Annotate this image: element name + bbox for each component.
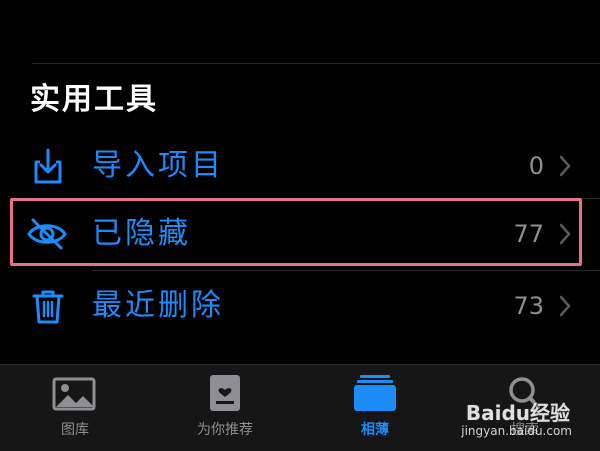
list-item-label: 导入项目 xyxy=(92,148,224,183)
list-item-import[interactable]: 导入项目 0 xyxy=(0,134,600,198)
for-you-icon xyxy=(210,375,240,411)
photo-library-icon xyxy=(52,377,96,411)
albums-icon xyxy=(354,375,396,411)
import-icon xyxy=(34,148,62,184)
trash-icon xyxy=(32,290,64,324)
tab-label: 图库 xyxy=(61,422,89,438)
row-divider xyxy=(92,270,600,271)
tab-label: 相薄 xyxy=(361,422,389,438)
tab-label: 为你推荐 xyxy=(197,422,253,438)
list-item-label: 最近删除 xyxy=(92,288,224,323)
watermark-logo: Baidu经验 xyxy=(465,401,570,425)
tab-albums[interactable]: 相薄 xyxy=(300,373,450,443)
tab-for-you[interactable]: 为你推荐 xyxy=(150,373,300,443)
item-count: 73 xyxy=(513,292,544,320)
watermark-url: jingyan.baidu.com xyxy=(461,424,572,438)
list-item-recently-deleted[interactable]: 最近删除 73 xyxy=(0,274,600,338)
top-divider xyxy=(32,63,600,64)
chevron-right-icon xyxy=(559,295,571,317)
highlight-box xyxy=(10,198,582,266)
item-count: 0 xyxy=(528,152,544,180)
chevron-right-icon xyxy=(559,155,571,177)
section-title: 实用工具 xyxy=(30,82,158,117)
tab-photo-library[interactable]: 图库 xyxy=(0,373,150,443)
